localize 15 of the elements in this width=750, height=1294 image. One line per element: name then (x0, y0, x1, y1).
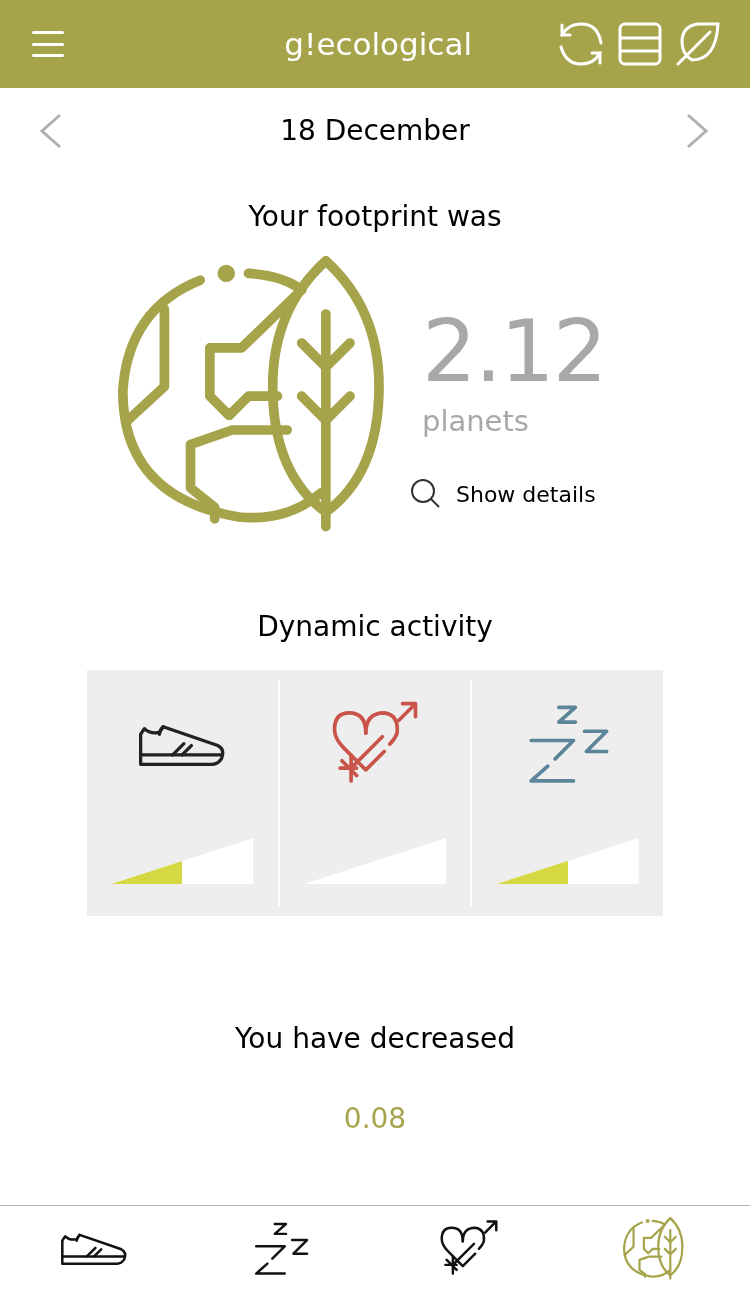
change-heading: You have decreased (235, 1021, 515, 1057)
refresh-icon[interactable] (558, 21, 604, 67)
change-value: 0.08 (343, 1101, 407, 1137)
menu-button[interactable] (32, 29, 64, 59)
app-title: g!ecological (284, 24, 472, 64)
list-icon[interactable] (618, 22, 662, 66)
leaf-icon[interactable] (676, 22, 720, 66)
previous-button[interactable] (38, 112, 64, 150)
date-label: 18 December (280, 113, 470, 149)
footprint-unit: planets (422, 403, 530, 440)
activity-heading: Dynamic activity (257, 609, 493, 645)
search-icon (410, 478, 442, 510)
footprint-value: 2.12 (422, 308, 606, 394)
show-details-link[interactable]: Show details (410, 477, 606, 511)
footprint-heading: Your footprint was (248, 199, 502, 235)
